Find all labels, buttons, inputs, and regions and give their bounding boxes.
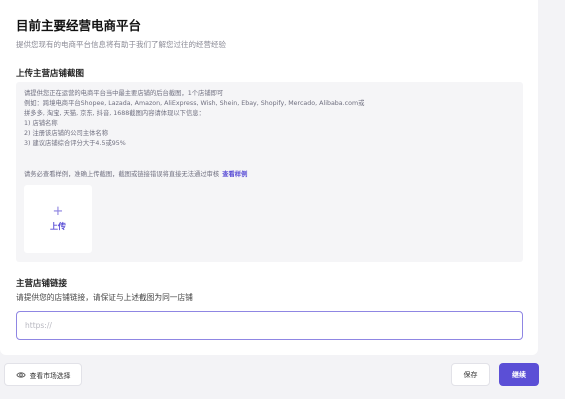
view-market-selection-label: 查看市场选择 — [29, 371, 71, 380]
instruction-line: 例如：跨境电商平台Shopee, Lazada, Amazon, AliExpr… — [24, 100, 365, 107]
instruction-line: 拼多多, 淘宝, 天猫, 京东, 抖音, 1688截图内容请体现以下信息： — [24, 110, 205, 117]
eye-icon — [15, 371, 26, 378]
plus-icon: + — [52, 204, 64, 219]
form-card: 目前主要经营电商平台 提供您现有的电商平台信息将有助于我们了解您过往的经营经验 … — [0, 0, 538, 355]
instruction-line: 请提供您正在运营的电商平台当中最主要店铺的后台截图，1个店铺即可 — [24, 90, 224, 97]
upload-instructions: 请提供您正在运营的电商平台当中最主要店铺的后台截图，1个店铺即可 例如：跨境电商… — [24, 89, 520, 149]
upload-label: 上传 — [50, 222, 66, 231]
store-link-title: 主营店铺链接 — [16, 279, 68, 289]
instruction-line: 3) 建议店铺综合评分大于4.5或95% — [24, 140, 126, 147]
store-link-description: 请提供您的店铺链接，请保证与上述截图为同一店铺 — [16, 293, 193, 302]
sample-note: 请务必查看样例，准确上传截图，截图或链接错误将直接无法通过审核 查看样例 — [24, 169, 247, 178]
screenshot-upload-panel: 请提供您正在运营的电商平台当中最主要店铺的后台截图，1个店铺即可 例如：跨境电商… — [16, 82, 523, 262]
instruction-line: 1) 店铺名称 — [24, 120, 58, 127]
view-market-selection-button[interactable]: 查看市场选择 — [4, 363, 82, 386]
continue-button[interactable]: 继续 — [499, 363, 539, 386]
upload-button[interactable]: + 上传 — [24, 185, 92, 253]
save-button[interactable]: 保存 — [451, 363, 490, 386]
screenshot-section-title: 上传主营店铺截图 — [16, 69, 85, 79]
view-sample-link[interactable]: 查看样例 — [222, 171, 247, 178]
store-link-input[interactable] — [16, 311, 523, 340]
sample-note-text: 请务必查看样例，准确上传截图，截图或链接错误将直接无法通过审核 — [24, 171, 220, 178]
page-title: 目前主要经营电商平台 — [16, 18, 142, 33]
page-subtitle: 提供您现有的电商平台信息将有助于我们了解您过往的经营经验 — [16, 40, 226, 49]
instruction-line: 2) 注册该店铺的公司主体名称 — [24, 130, 109, 137]
